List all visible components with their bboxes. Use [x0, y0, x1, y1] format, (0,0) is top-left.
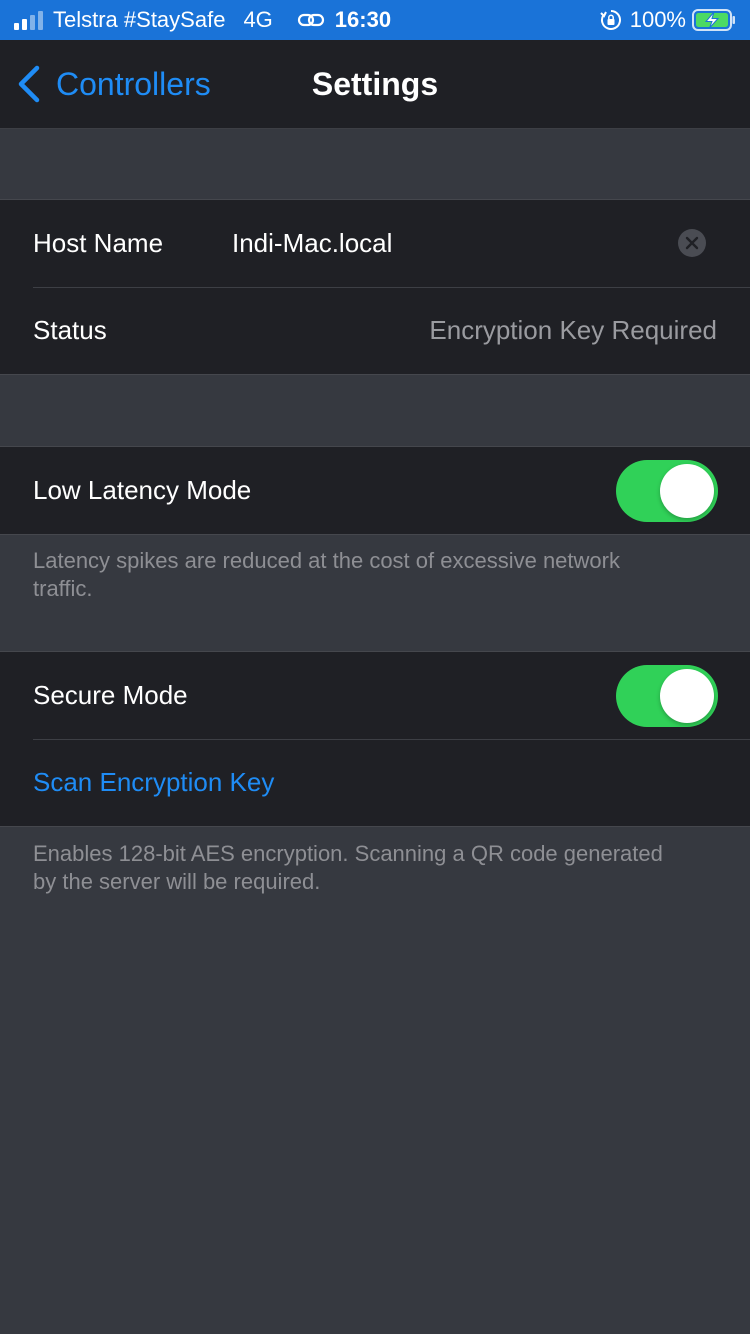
chevron-left-icon [18, 65, 40, 103]
secure-mode-row: Secure Mode [0, 652, 750, 739]
secure-mode-toggle[interactable] [616, 665, 718, 727]
back-button[interactable]: Controllers [16, 40, 211, 128]
toggle-knob [660, 669, 714, 723]
navigation-bar: Controllers Settings [0, 40, 750, 129]
status-row: Status Encryption Key Required [0, 287, 750, 374]
low-latency-row: Low Latency Mode [0, 447, 750, 534]
status-value: Encryption Key Required [429, 315, 717, 345]
carrier-name: Telstra #StaySafe [53, 7, 226, 32]
scan-encryption-key-button[interactable]: Scan Encryption Key [33, 767, 274, 798]
security-group: Secure Mode Scan Encryption Key [0, 651, 750, 827]
link-icon [297, 13, 324, 27]
battery-charging-icon [692, 9, 735, 31]
status-bar: Telstra #StaySafe 4G 16:30 100% [0, 0, 750, 40]
host-name-label: Host Name [33, 228, 164, 258]
battery-percent: 100% [629, 7, 686, 32]
latency-group: Low Latency Mode [0, 446, 750, 535]
clock: 16:30 [334, 7, 392, 32]
latency-footer: Latency spikes are reduced at the cost o… [33, 548, 620, 601]
orientation-lock-icon [600, 10, 621, 30]
connection-group: Host Name Indi-Mac.local Status Encrypti… [0, 199, 750, 375]
toggle-knob [660, 464, 714, 518]
signal-icon [14, 10, 43, 30]
close-icon [685, 236, 699, 250]
back-label: Controllers [56, 65, 211, 102]
scan-key-row[interactable]: Scan Encryption Key [0, 739, 750, 826]
clear-button[interactable] [678, 229, 706, 257]
security-footer: Enables 128-bit AES encryption. Scanning… [33, 841, 663, 894]
low-latency-label: Low Latency Mode [33, 475, 252, 505]
status-label: Status [33, 315, 107, 345]
secure-mode-label: Secure Mode [33, 680, 188, 710]
host-name-field[interactable]: Indi-Mac.local [232, 228, 392, 259]
host-name-row: Host Name Indi-Mac.local [0, 200, 750, 287]
network-type: 4G [243, 7, 273, 32]
low-latency-toggle[interactable] [616, 460, 718, 522]
